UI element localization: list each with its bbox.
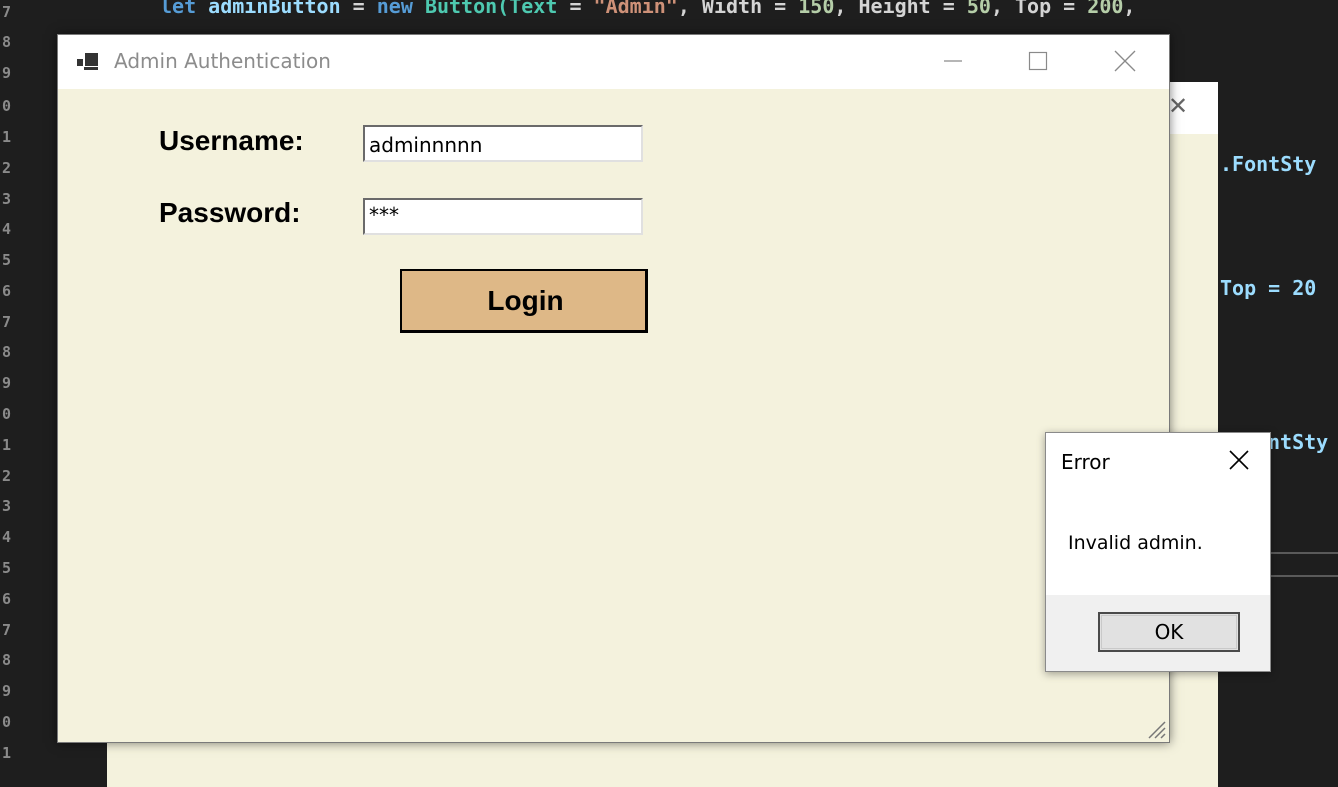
code-peek-fontstyle: .FontSty	[1220, 152, 1317, 176]
resize-grip-icon[interactable]	[1143, 716, 1167, 740]
line-number: 9	[2, 64, 12, 82]
app-icon	[77, 53, 98, 70]
line-number: 8	[2, 651, 12, 669]
code-token: Button(Text	[424, 0, 558, 18]
code-token: , Height =	[834, 0, 955, 18]
code-peek-top: Top = 20	[1220, 276, 1317, 300]
line-number: 9	[2, 374, 12, 392]
line-number: 5	[2, 559, 12, 577]
code-token: 150	[798, 0, 835, 18]
code-token: "Admin"	[593, 0, 678, 18]
line-number: 3	[2, 190, 12, 208]
ok-button[interactable]: OK	[1098, 612, 1240, 652]
line-number: 3	[2, 497, 12, 515]
username-label: Username:	[159, 125, 304, 156]
login-button[interactable]: Login	[400, 269, 648, 333]
line-number: 0	[2, 713, 12, 731]
line-number: 0	[2, 97, 12, 115]
line-number: 1	[2, 436, 12, 454]
code-token: adminButton	[208, 0, 341, 18]
dialog-message: Invalid admin.	[1068, 532, 1203, 554]
line-number: 6	[2, 590, 12, 608]
dialog-footer: OK	[1046, 595, 1270, 671]
maximize-icon	[1028, 51, 1048, 71]
line-number: 7	[2, 3, 12, 21]
line-number: 2	[2, 467, 12, 485]
line-number: 4	[2, 528, 12, 546]
error-dialog: Error Invalid admin. OK	[1045, 432, 1271, 672]
minimize-icon	[944, 60, 962, 62]
window-title: Admin Authentication	[114, 49, 331, 73]
code-token: 50	[966, 0, 991, 18]
close-icon	[1114, 50, 1136, 72]
code-token: =	[569, 0, 582, 18]
code-token: let	[160, 0, 197, 18]
line-number: 8	[2, 33, 12, 51]
code-token: , Top =	[990, 0, 1076, 18]
minimize-button[interactable]	[928, 41, 978, 81]
username-input[interactable]: adminnnnn	[363, 125, 643, 162]
title-bar[interactable]: Admin Authentication	[58, 35, 1169, 89]
line-number: 8	[2, 343, 12, 361]
line-number: 1	[2, 744, 12, 762]
dialog-close-button[interactable]	[1224, 445, 1254, 475]
line-number: 7	[2, 621, 12, 639]
line-number: 5	[2, 251, 12, 269]
maximize-button[interactable]	[1013, 41, 1063, 81]
code-token: , Width =	[677, 0, 787, 18]
editor-divider	[1268, 575, 1338, 577]
line-number: 1	[2, 128, 12, 146]
password-label: Password:	[159, 197, 301, 228]
line-number: 0	[2, 405, 12, 423]
code-token: ,	[1123, 0, 1136, 18]
line-number: 4	[2, 220, 12, 238]
line-number: 9	[2, 682, 12, 700]
code-token: new	[376, 0, 413, 18]
admin-auth-window: Admin Authentication Username: Password:…	[57, 34, 1170, 743]
close-icon[interactable]: ✕	[1168, 92, 1188, 120]
code-token: =	[352, 0, 365, 18]
dialog-title: Error	[1061, 450, 1110, 474]
password-input[interactable]: ***	[363, 198, 643, 235]
code-line-admin-button: let adminButton = new Button(Text = "Adm…	[160, 0, 1135, 18]
code-token: 200	[1087, 0, 1124, 18]
line-number: 2	[2, 159, 12, 177]
close-icon	[1229, 450, 1249, 470]
code-peek-fontstyle-2: ntSty	[1268, 430, 1329, 454]
editor-gutter: 7 8 9 0 1 2 3 4 5 6 7 8 9 0 1 2 3 4 5 6 …	[0, 0, 14, 787]
line-number: 6	[2, 282, 12, 300]
close-button[interactable]	[1100, 41, 1150, 81]
line-number: 7	[2, 313, 12, 331]
